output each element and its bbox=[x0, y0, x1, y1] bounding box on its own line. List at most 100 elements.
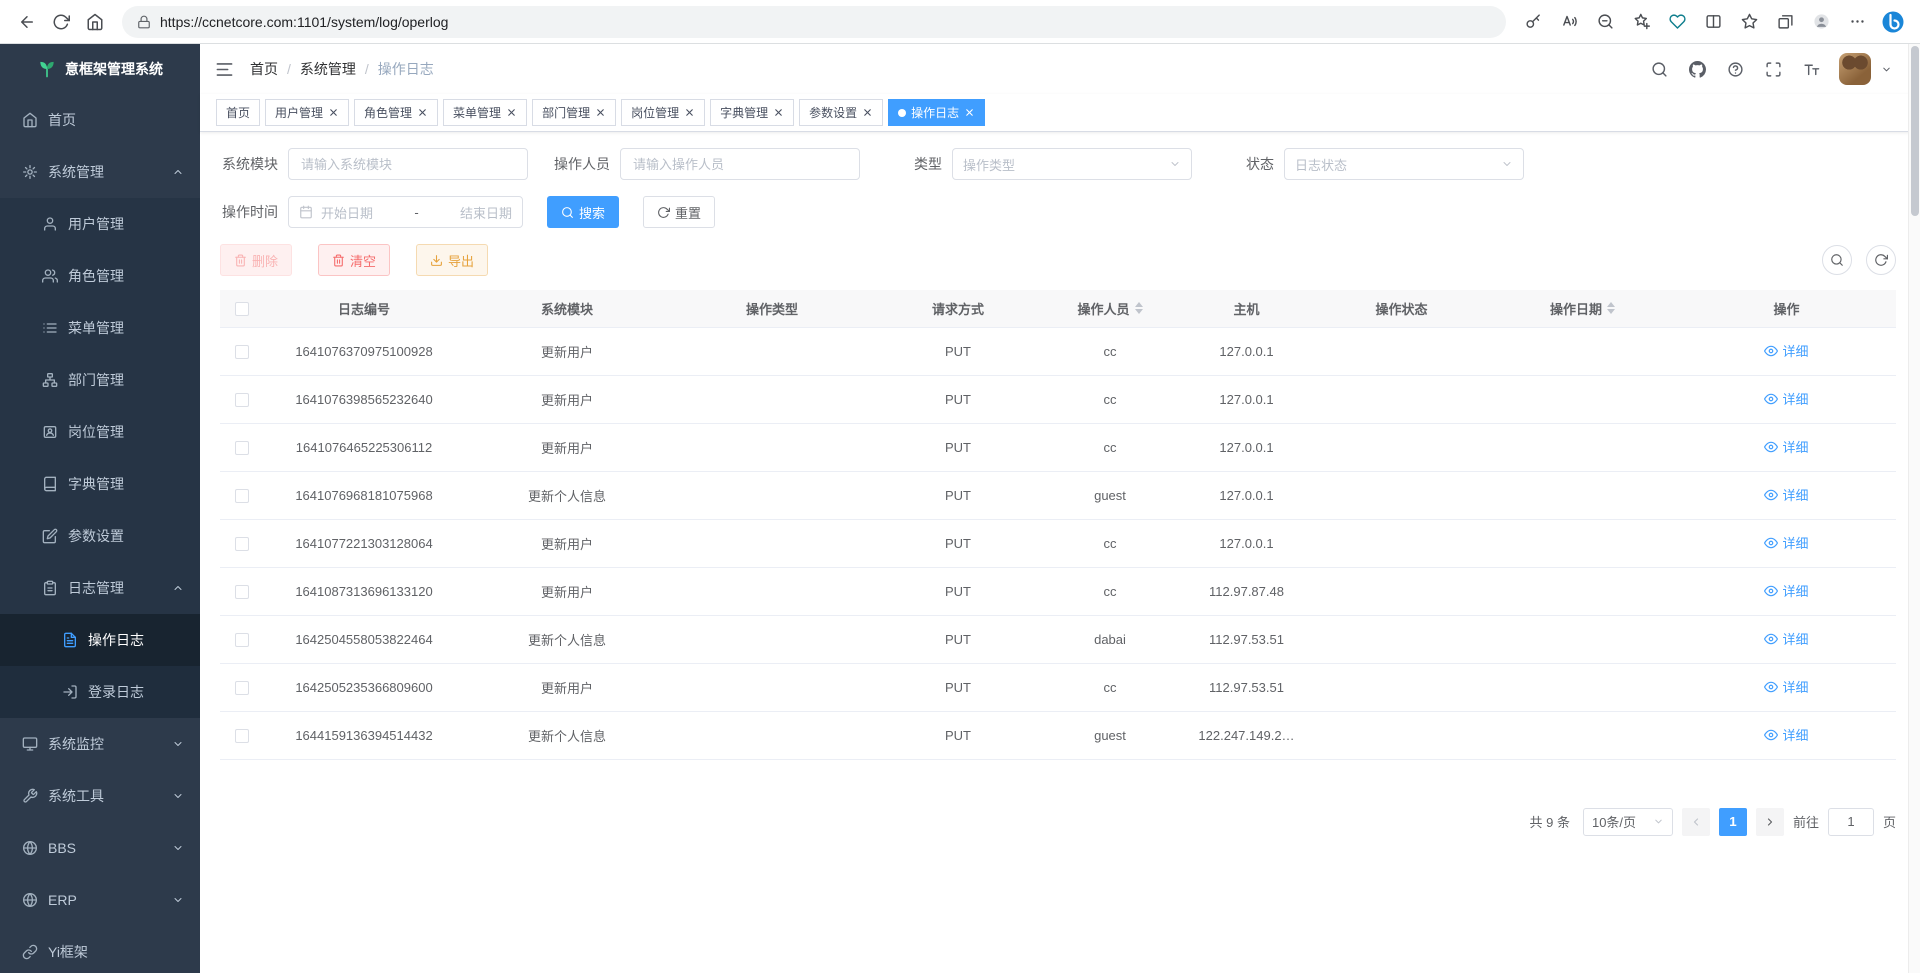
row-checkbox[interactable] bbox=[235, 489, 249, 503]
search-button[interactable]: 搜索 bbox=[547, 196, 619, 228]
sidebar-item-home[interactable]: 首页 bbox=[0, 94, 200, 146]
column-header[interactable]: 请求方式 bbox=[874, 290, 1042, 327]
breadcrumb-item[interactable]: 操作日志 bbox=[378, 59, 434, 79]
tab-close-icon[interactable] bbox=[595, 107, 606, 118]
search-button[interactable] bbox=[1649, 59, 1670, 80]
fullscreen-button[interactable] bbox=[1763, 59, 1784, 80]
browser-home-button[interactable] bbox=[78, 5, 112, 39]
sidebar-item-log-management[interactable]: 日志管理 bbox=[0, 562, 200, 614]
password-key-button[interactable] bbox=[1516, 5, 1550, 39]
detail-link[interactable]: 详细 bbox=[1764, 677, 1808, 696]
tab-menu-management[interactable]: 菜单管理 bbox=[443, 99, 527, 126]
tab-param-settings[interactable]: 参数设置 bbox=[799, 99, 883, 126]
sidebar-item-system-tools[interactable]: 系统工具 bbox=[0, 770, 200, 822]
tab-close-icon[interactable] bbox=[684, 107, 695, 118]
date-range-picker[interactable]: 开始日期 - 结束日期 bbox=[288, 196, 523, 228]
sidebar-item-oper-log[interactable]: 操作日志 bbox=[0, 614, 200, 666]
delete-button[interactable]: 删除 bbox=[220, 244, 292, 276]
row-checkbox[interactable] bbox=[235, 345, 249, 359]
sidebar-item-dict-management[interactable]: 字典管理 bbox=[0, 458, 200, 510]
row-checkbox[interactable] bbox=[235, 633, 249, 647]
zoom-out-button[interactable] bbox=[1588, 5, 1622, 39]
more-button[interactable] bbox=[1840, 5, 1874, 39]
add-favorite-button[interactable] bbox=[1624, 5, 1658, 39]
row-checkbox[interactable] bbox=[235, 441, 249, 455]
column-header[interactable]: 操作类型 bbox=[670, 290, 874, 327]
sidebar-item-role-management[interactable]: 角色管理 bbox=[0, 250, 200, 302]
tab-close-icon[interactable] bbox=[862, 107, 873, 118]
tab-close-icon[interactable] bbox=[773, 107, 784, 118]
row-checkbox[interactable] bbox=[235, 393, 249, 407]
row-checkbox[interactable] bbox=[235, 537, 249, 551]
row-checkbox[interactable] bbox=[235, 729, 249, 743]
tab-dept-management[interactable]: 部门管理 bbox=[532, 99, 616, 126]
font-size-button[interactable] bbox=[1801, 59, 1822, 80]
detail-link[interactable]: 详细 bbox=[1764, 341, 1808, 360]
scrollbar-thumb[interactable] bbox=[1911, 46, 1919, 216]
sort-icon[interactable] bbox=[1135, 302, 1143, 314]
github-button[interactable] bbox=[1687, 59, 1708, 80]
tab-user-management[interactable]: 用户管理 bbox=[265, 99, 349, 126]
sidebar-item-bbs[interactable]: BBS bbox=[0, 822, 200, 874]
tab-close-icon[interactable] bbox=[328, 107, 339, 118]
help-button[interactable] bbox=[1725, 59, 1746, 80]
user-avatar[interactable] bbox=[1839, 53, 1871, 85]
operator-input[interactable] bbox=[620, 148, 860, 180]
row-checkbox[interactable] bbox=[235, 681, 249, 695]
type-select[interactable]: 操作类型 bbox=[952, 148, 1192, 180]
sidebar-item-param-settings[interactable]: 参数设置 bbox=[0, 510, 200, 562]
column-header[interactable]: 操作人员 bbox=[1042, 290, 1178, 327]
sort-icon[interactable] bbox=[1607, 302, 1615, 314]
split-screen-button[interactable] bbox=[1696, 5, 1730, 39]
detail-link[interactable]: 详细 bbox=[1764, 725, 1808, 744]
refresh-table-button[interactable] bbox=[1866, 245, 1896, 275]
tab-role-management[interactable]: 角色管理 bbox=[354, 99, 438, 126]
page-number-button[interactable]: 1 bbox=[1719, 808, 1747, 836]
collections-button[interactable] bbox=[1768, 5, 1802, 39]
breadcrumb-item[interactable]: 系统管理 bbox=[300, 59, 356, 79]
profile-button[interactable] bbox=[1804, 5, 1838, 39]
status-select[interactable]: 日志状态 bbox=[1284, 148, 1524, 180]
sidebar-item-dept-management[interactable]: 部门管理 bbox=[0, 354, 200, 406]
sidebar-item-yi-framework[interactable]: Yi框架 bbox=[0, 926, 200, 973]
sidebar-item-post-management[interactable]: 岗位管理 bbox=[0, 406, 200, 458]
select-all-checkbox[interactable] bbox=[235, 302, 249, 316]
sidebar-item-menu-management[interactable]: 菜单管理 bbox=[0, 302, 200, 354]
sidebar-item-system-management[interactable]: 系统管理 bbox=[0, 146, 200, 198]
column-header[interactable]: 操作 bbox=[1677, 290, 1896, 327]
tab-close-icon[interactable] bbox=[417, 107, 428, 118]
tab-close-icon[interactable] bbox=[964, 107, 975, 118]
column-header[interactable]: 主机 bbox=[1178, 290, 1315, 327]
column-header[interactable]: 操作日期 bbox=[1488, 290, 1677, 327]
detail-link[interactable]: 详细 bbox=[1764, 485, 1808, 504]
breadcrumb-item[interactable]: 首页 bbox=[250, 59, 278, 79]
tab-close-icon[interactable] bbox=[506, 107, 517, 118]
detail-link[interactable]: 详细 bbox=[1764, 629, 1808, 648]
page-size-select[interactable]: 10条/页 bbox=[1583, 808, 1673, 836]
tab-post-management[interactable]: 岗位管理 bbox=[621, 99, 705, 126]
tab-oper-log[interactable]: 操作日志 bbox=[888, 99, 985, 126]
row-checkbox[interactable] bbox=[235, 585, 249, 599]
browser-refresh-button[interactable] bbox=[44, 5, 78, 39]
sidebar-item-system-monitor[interactable]: 系统监控 bbox=[0, 718, 200, 770]
toggle-search-button[interactable] bbox=[1822, 245, 1852, 275]
export-button[interactable]: 导出 bbox=[416, 244, 488, 276]
sidebar-item-erp[interactable]: ERP bbox=[0, 874, 200, 926]
detail-link[interactable]: 详细 bbox=[1764, 437, 1808, 456]
column-header[interactable]: 操作状态 bbox=[1315, 290, 1488, 327]
browser-essentials-button[interactable] bbox=[1660, 5, 1694, 39]
column-header[interactable]: 日志编号 bbox=[264, 290, 464, 327]
next-page-button[interactable] bbox=[1756, 808, 1784, 836]
detail-link[interactable]: 详细 bbox=[1764, 533, 1808, 552]
tab-dict-management[interactable]: 字典管理 bbox=[710, 99, 794, 126]
browser-back-button[interactable] bbox=[10, 5, 44, 39]
tab-home[interactable]: 首页 bbox=[216, 99, 260, 126]
prev-page-button[interactable] bbox=[1682, 808, 1710, 836]
select-all-header[interactable] bbox=[220, 290, 264, 327]
address-bar[interactable]: https://ccnetcore.com:1101/system/log/op… bbox=[122, 6, 1506, 38]
column-header[interactable]: 系统模块 bbox=[464, 290, 670, 327]
detail-link[interactable]: 详细 bbox=[1764, 389, 1808, 408]
goto-page-input[interactable] bbox=[1828, 808, 1874, 836]
clear-button[interactable]: 清空 bbox=[318, 244, 390, 276]
sidebar-item-user-management[interactable]: 用户管理 bbox=[0, 198, 200, 250]
